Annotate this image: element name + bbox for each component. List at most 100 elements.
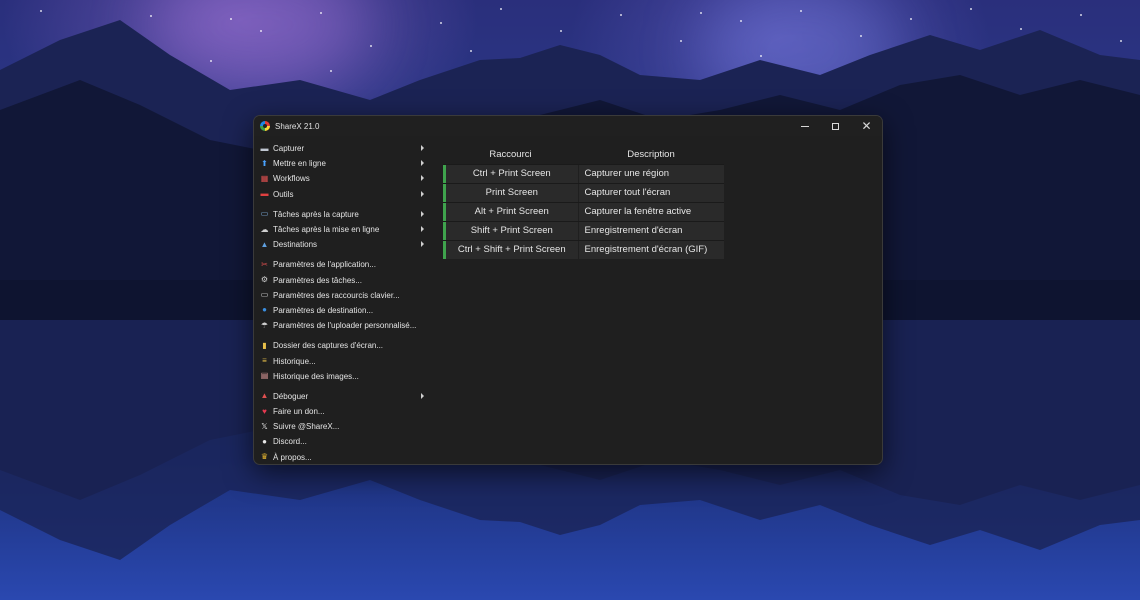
table-row[interactable]: Ctrl + Print Screen Capturer une région <box>443 164 724 183</box>
column-header-description[interactable]: Description <box>578 149 724 160</box>
menu-item-label: Capturer <box>273 144 305 154</box>
menu-item-label: Tâches après la capture <box>273 209 359 219</box>
menu-item[interactable]: ▤ Historique des images... <box>258 369 430 384</box>
submenu-arrow-icon <box>421 210 424 217</box>
menu-item[interactable]: ♛ À propos... <box>258 450 430 464</box>
window-controls: ✕ <box>789 116 882 136</box>
menu-item-label: Historique des images... <box>273 371 359 381</box>
submenu-arrow-icon <box>421 241 424 248</box>
menu-item[interactable]: ⚙ Paramètres des tâches... <box>258 273 430 288</box>
menu-item-label: Paramètres de destination... <box>273 305 374 315</box>
description-cell: Enregistrement d'écran (GIF) <box>578 241 724 259</box>
menu-item[interactable]: ≡ Historique... <box>258 353 430 368</box>
menu-item[interactable]: ▲ Destinations <box>258 237 430 252</box>
table-row[interactable]: Shift + Print Screen Enregistrement d'écr… <box>443 221 724 240</box>
discord-icon: ● <box>262 436 267 446</box>
hotkey-cell: Ctrl + Shift + Print Screen <box>443 241 578 259</box>
menu-item[interactable]: ☁ Tâches après la mise en ligne <box>258 222 430 237</box>
table-row[interactable]: Ctrl + Shift + Print Screen Enregistremen… <box>443 240 724 259</box>
menu-item[interactable]: ● Paramètres de destination... <box>258 303 430 318</box>
menu-item-label: Paramètres des tâches... <box>273 275 362 285</box>
upload-arrow-icon: ⬆ <box>261 158 268 168</box>
minimize-button[interactable] <box>789 116 820 136</box>
menu-item[interactable]: ● Discord... <box>258 434 430 449</box>
menu-item[interactable]: ▦ Workflows <box>258 171 430 186</box>
submenu-arrow-icon <box>421 392 424 399</box>
grid-icon: ▦ <box>260 173 269 183</box>
keyboard-icon: ▭ <box>260 290 269 300</box>
x-logo-icon: 𝕏 <box>261 421 268 431</box>
hotkeys-table: Raccourci Description Ctrl + Print Scree… <box>443 145 724 259</box>
submenu-arrow-icon <box>421 160 424 167</box>
hotkey-cell: Print Screen <box>443 184 578 202</box>
menu-item[interactable]: ▲ Déboguer <box>258 389 430 404</box>
globe-icon: ● <box>262 305 267 315</box>
menu-item-label: Discord... <box>273 437 307 447</box>
main-menu: ▬ Capturer ⬆ Mettre en ligne ▦ Workflows ▬ Outi… <box>258 141 430 464</box>
hotkey-cell: Shift + Print Screen <box>443 222 578 240</box>
hotkey-cell: Alt + Print Screen <box>443 203 578 221</box>
submenu-arrow-icon <box>421 145 424 151</box>
window-title: ShareX 21.0 <box>275 121 320 131</box>
menu-item-label: Dossier des captures d'écran... <box>273 341 384 351</box>
description-cell: Capturer tout l'écran <box>578 184 724 202</box>
menu-item[interactable]: ♥ Faire un don... <box>258 404 430 419</box>
sharex-logo-icon <box>260 121 270 131</box>
description-cell: Enregistrement d'écran <box>578 222 724 240</box>
heart-icon: ♥ <box>262 406 267 416</box>
folder-icon: ▮ <box>262 340 267 350</box>
history-icon: ≡ <box>262 356 267 366</box>
menu-item-label: Workflows <box>273 174 310 184</box>
submenu-arrow-icon <box>421 175 424 182</box>
menu-item-label: Outils <box>273 189 294 199</box>
column-header-hotkey[interactable]: Raccourci <box>443 149 578 160</box>
menu-item-label: Suivre @ShareX... <box>273 422 340 432</box>
menu-item-label: Paramètres des raccourcis clavier... <box>273 290 400 300</box>
toolbox-icon: ▬ <box>260 189 269 199</box>
close-button[interactable]: ✕ <box>851 116 882 136</box>
bug-icon: ▲ <box>260 391 269 401</box>
menu-item-label: Historique... <box>273 356 316 366</box>
description-cell: Capturer une région <box>578 165 724 183</box>
menu-item[interactable]: ▭ Tâches après la capture <box>258 207 430 222</box>
description-cell: Capturer la fenêtre active <box>578 203 724 221</box>
table-row[interactable]: Print Screen Capturer tout l'écran <box>443 183 724 202</box>
menu-item-label: Destinations <box>273 240 318 250</box>
maximize-button[interactable] <box>820 116 851 136</box>
menu-item[interactable]: ✂ Paramètres de l'application... <box>258 257 430 272</box>
umbrella-icon: ☂ <box>260 320 269 330</box>
maximize-icon <box>832 122 839 130</box>
menu-item-label: Tâches après la mise en ligne <box>273 225 380 235</box>
sharex-main-window: ShareX 21.0 ✕ ▬ Capturer ⬆ Mettre en ligne ▦… <box>253 115 883 465</box>
cloud-icon: ☁ <box>260 224 269 234</box>
submenu-arrow-icon <box>421 190 424 197</box>
menu-item-label: Mettre en ligne <box>273 159 326 169</box>
gear-icon: ⚙ <box>260 275 269 285</box>
menu-item[interactable]: ▬ Capturer <box>258 141 430 156</box>
menu-item-label: Faire un don... <box>273 407 325 417</box>
crown-icon: ♛ <box>260 452 269 462</box>
images-icon: ▤ <box>260 371 269 381</box>
camera-icon: ▬ <box>260 143 269 153</box>
table-header: Raccourci Description <box>443 145 724 164</box>
table-row[interactable]: Alt + Print Screen Capturer la fenêtre ac… <box>443 202 724 221</box>
menu-item[interactable]: ▮ Dossier des captures d'écran... <box>258 338 430 353</box>
submenu-arrow-icon <box>421 225 424 232</box>
menu-item-label: Paramètres de l'uploader personnalisé... <box>273 321 417 331</box>
tools-icon: ✂ <box>261 259 268 269</box>
title-bar[interactable]: ShareX 21.0 ✕ <box>254 116 882 136</box>
destination-icon: ▲ <box>260 239 269 249</box>
minimize-icon <box>800 125 809 127</box>
menu-item[interactable]: ⬆ Mettre en ligne <box>258 156 430 171</box>
menu-item[interactable]: 𝕏 Suivre @ShareX... <box>258 419 430 434</box>
hotkey-cell: Ctrl + Print Screen <box>443 165 578 183</box>
close-icon: ✕ <box>861 119 872 133</box>
menu-item-label: Déboguer <box>273 391 309 401</box>
menu-item[interactable]: ☂ Paramètres de l'uploader personnalisé..… <box>258 318 430 333</box>
menu-item[interactable]: ▬ Outils <box>258 187 430 202</box>
menu-item-label: À propos... <box>273 452 312 462</box>
menu-item-label: Paramètres de l'application... <box>273 260 376 270</box>
menu-item[interactable]: ▭ Paramètres des raccourcis clavier... <box>258 288 430 303</box>
table-body: Ctrl + Print Screen Capturer une région Pr… <box>443 164 724 259</box>
image-task-icon: ▭ <box>260 209 269 219</box>
